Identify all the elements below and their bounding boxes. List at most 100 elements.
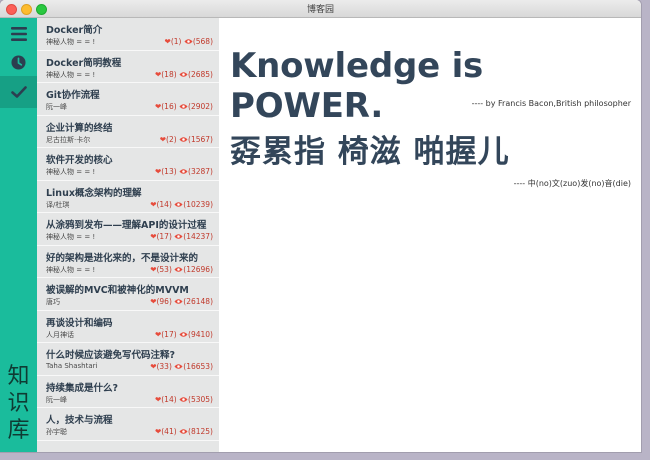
article-stats: ❤(1) (568) xyxy=(165,37,213,46)
article-stats: ❤(2) (1567) xyxy=(160,135,213,144)
article-title: 被误解的MVC和被神化的MVVM xyxy=(46,285,189,296)
article-author: Taha Shashtari xyxy=(46,362,98,370)
clock-icon xyxy=(11,54,26,70)
article-title: 软件开发的核心 xyxy=(46,155,113,166)
view-count: (2902) xyxy=(188,102,213,111)
list-item[interactable]: 从涂鸦到发布——理解API的设计过程 神秘人物 = = ! ❤(17) (14237… xyxy=(37,213,219,246)
like-count: (41) xyxy=(161,427,177,436)
article-stats: ❤(33) (16653) xyxy=(150,362,213,371)
article-author: 阮一峰 xyxy=(46,395,67,404)
article-author: 人月神话 xyxy=(46,330,74,339)
list-item[interactable]: 什么时候应该避免写代码注释? Taha Shashtari ❤(33) (16653… xyxy=(37,343,219,376)
check-icon xyxy=(10,86,27,98)
article-author: 神秘人物 = = ! xyxy=(46,233,96,241)
recent-button[interactable] xyxy=(0,46,37,78)
eye-icon xyxy=(179,71,188,77)
list-item[interactable]: 再谈设计和编码 人月神话 ❤(17) (9410) xyxy=(37,311,219,343)
like-count: (17) xyxy=(156,232,172,241)
quote-english: Knowledge is POWER. xyxy=(230,46,484,126)
sidebar: 知识库 xyxy=(0,18,37,452)
list-item[interactable]: 企业计算的终结 尼古拉斯·卡尔 ❤(2) (1567) xyxy=(37,116,219,148)
list-item[interactable]: Docker简介 神秘人物 = = ! ❤(1) (568) xyxy=(37,18,219,51)
article-stats: ❤(53) (12696) xyxy=(150,265,213,274)
article-stats: ❤(13) (3287) xyxy=(155,167,213,176)
article-author: 神秘人物 = = ! xyxy=(46,265,96,274)
like-count: (14) xyxy=(156,199,172,209)
menu-icon xyxy=(10,27,27,41)
eye-icon xyxy=(179,331,188,337)
article-stats: ❤(18) (2685) xyxy=(155,70,213,79)
content-pane: Knowledge is POWER. ---- by Francis Baco… xyxy=(219,18,641,452)
quote-chinese-source: ---- 中(no)文(zuo)发(no)音(die) xyxy=(513,179,631,188)
eye-icon xyxy=(179,136,188,142)
list-item[interactable]: 人，技术与流程 孙宇聪 ❤(41) (8125) xyxy=(37,408,219,441)
article-author: 神秘人物 = = ! xyxy=(46,38,96,46)
brand-label: 知识库 xyxy=(7,364,30,443)
like-count: (33) xyxy=(156,362,172,371)
like-count: (96) xyxy=(156,297,172,306)
view-count: (8125) xyxy=(188,427,213,436)
article-stats: ❤(16) (2902) xyxy=(155,102,213,111)
article-title: Docker简介 xyxy=(46,25,103,36)
title-bar[interactable]: 博客园 xyxy=(0,0,641,18)
eye-icon xyxy=(174,234,183,239)
article-list[interactable]: Docker简介 神秘人物 = = ! ❤(1) (568) Docker简明教程 神秘… xyxy=(37,18,220,452)
article-title: 什么时候应该避免写代码注释? xyxy=(46,350,176,361)
view-count: (9410) xyxy=(188,329,213,339)
window-title: 博客园 xyxy=(306,5,334,15)
like-count: (53) xyxy=(156,264,172,274)
list-item[interactable]: Docker简明教程 神秘人物 = = ! ❤(18) (2685) xyxy=(37,51,219,83)
article-title: 持续集成是什么? xyxy=(46,382,119,394)
list-item[interactable]: 被误解的MVC和被神化的MVVM 唐巧 ❤(96) (26148) xyxy=(37,278,219,311)
like-count: (18) xyxy=(161,69,177,79)
view-count: (12696) xyxy=(183,264,213,274)
eye-icon xyxy=(179,169,188,174)
view-count: (5305) xyxy=(188,394,213,404)
list-item[interactable]: 持续集成是什么? 阮一峰 ❤(14) (5305) xyxy=(37,376,219,408)
article-title: 从涂鸦到发布——理解API的设计过程 xyxy=(46,220,207,231)
like-count: (2) xyxy=(166,134,177,144)
list-item[interactable]: 好的架构是进化来的，不是设计来的 神秘人物 = = ! ❤(53) (12696) xyxy=(37,246,219,278)
view-count: (26148) xyxy=(183,297,213,306)
eye-icon xyxy=(179,104,188,109)
article-stats: ❤(17) (14237) xyxy=(150,232,213,241)
eye-icon xyxy=(174,364,183,369)
eye-icon xyxy=(174,266,183,272)
article-title: 企业计算的终结 xyxy=(46,122,113,134)
article-author: 阮一峰 xyxy=(46,103,67,111)
article-stats: ❤(14) (10239) xyxy=(150,200,213,209)
view-count: (14237) xyxy=(183,232,213,241)
article-author: 神秘人物 = = ! xyxy=(46,70,96,79)
article-title: 好的架构是进化来的，不是设计来的 xyxy=(46,252,199,264)
article-author: 孙宇聪 xyxy=(46,428,67,436)
article-author: 尼古拉斯·卡尔 xyxy=(46,135,91,144)
view-count: (2685) xyxy=(188,69,213,79)
article-stats: ❤(17) (9410) xyxy=(155,330,213,339)
list-item[interactable]: Linux概念架构的理解 译/杜琪 ❤(14) (10239) xyxy=(37,181,219,213)
eye-icon xyxy=(174,299,183,304)
view-count: (1567) xyxy=(188,134,213,144)
view-count: (568) xyxy=(192,37,213,46)
article-author: 译/杜琪 xyxy=(46,200,70,209)
eye-icon xyxy=(174,201,183,207)
list-item[interactable]: 软件开发的核心 神秘人物 = = ! ❤(13) (3287) xyxy=(37,148,219,181)
article-title: Linux概念架构的理解 xyxy=(46,187,142,199)
article-stats: ❤(96) (26148) xyxy=(150,297,213,306)
article-author: 唐巧 xyxy=(46,298,60,306)
article-title: Docker简明教程 xyxy=(46,57,122,69)
article-stats: ❤(14) (5305) xyxy=(155,395,213,404)
quote-chinese: 孬累指 椅滋 啪握儿 xyxy=(230,134,510,170)
app-window: 博客园 知识库 Docker简介 神秘人物 = = ! ❤(1) (568) Dock… xyxy=(0,0,641,452)
done-button[interactable] xyxy=(0,76,37,108)
view-count: (3287) xyxy=(188,167,213,176)
like-count: (16) xyxy=(161,102,177,111)
eye-icon xyxy=(184,39,193,44)
like-count: (13) xyxy=(161,167,177,176)
article-author: 神秘人物 = = ! xyxy=(46,168,96,176)
eye-icon xyxy=(179,429,188,434)
list-item[interactable]: Git协作流程 阮一峰 ❤(16) (2902) xyxy=(37,83,219,116)
like-count: (17) xyxy=(161,329,177,339)
view-count: (16653) xyxy=(183,362,213,371)
like-count: (14) xyxy=(161,394,177,404)
view-count: (10239) xyxy=(183,199,213,209)
